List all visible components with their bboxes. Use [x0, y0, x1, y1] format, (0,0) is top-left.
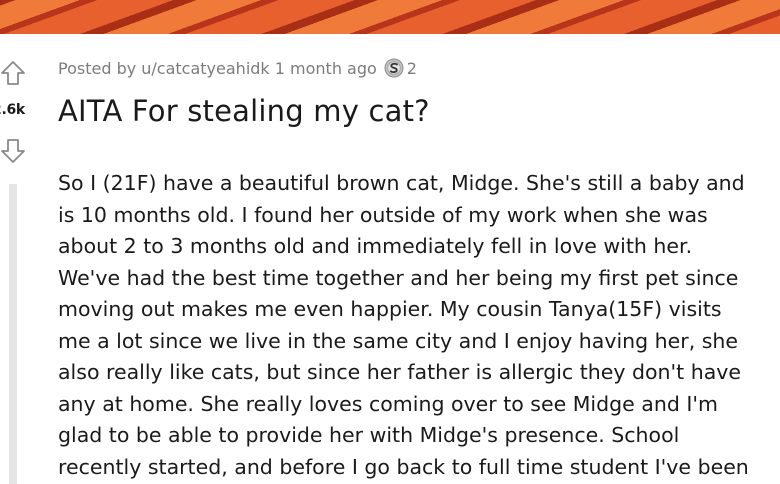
thread-line[interactable]	[9, 184, 17, 484]
award-count: 2	[406, 58, 417, 78]
post-body-line: me a lot since we live in the same city …	[58, 328, 739, 353]
post-body-line: any at home. She really loves coming ove…	[58, 391, 718, 416]
post-body-line: moving out makes me even happier. My cou…	[58, 297, 722, 321]
post-body-line: is 10 months old. I found her outside of…	[58, 202, 708, 227]
silver-award-icon[interactable]	[384, 58, 404, 78]
post-body-line: also really like cats, but since her fat…	[58, 360, 742, 384]
post-body-line: We've had the best time together and her…	[58, 265, 739, 290]
upvote-arrow-icon[interactable]	[0, 60, 26, 86]
post-body: So I (21F) have a beautiful brown cat, M…	[58, 168, 778, 483]
downvote-arrow-icon[interactable]	[0, 138, 26, 164]
post-body-line: recently started, and before I go back t…	[58, 454, 749, 479]
post-body-line: glad to be able to provide her with Midg…	[58, 423, 680, 447]
post-title[interactable]: AITA For stealing my cat?	[58, 94, 430, 128]
vote-score: 2.6k	[0, 102, 25, 118]
post-author-time: Posted by u/catcatyeahidk 1 month ago	[58, 58, 377, 78]
post-meta: Posted by u/catcatyeahidk 1 month ago 2	[58, 58, 417, 78]
subreddit-banner	[0, 0, 780, 34]
banner-pattern	[0, 0, 780, 34]
post-body-line: So I (21F) have a beautiful brown cat, M…	[58, 171, 745, 195]
post-body-line: about 2 to 3 months old and immediately …	[58, 234, 693, 258]
